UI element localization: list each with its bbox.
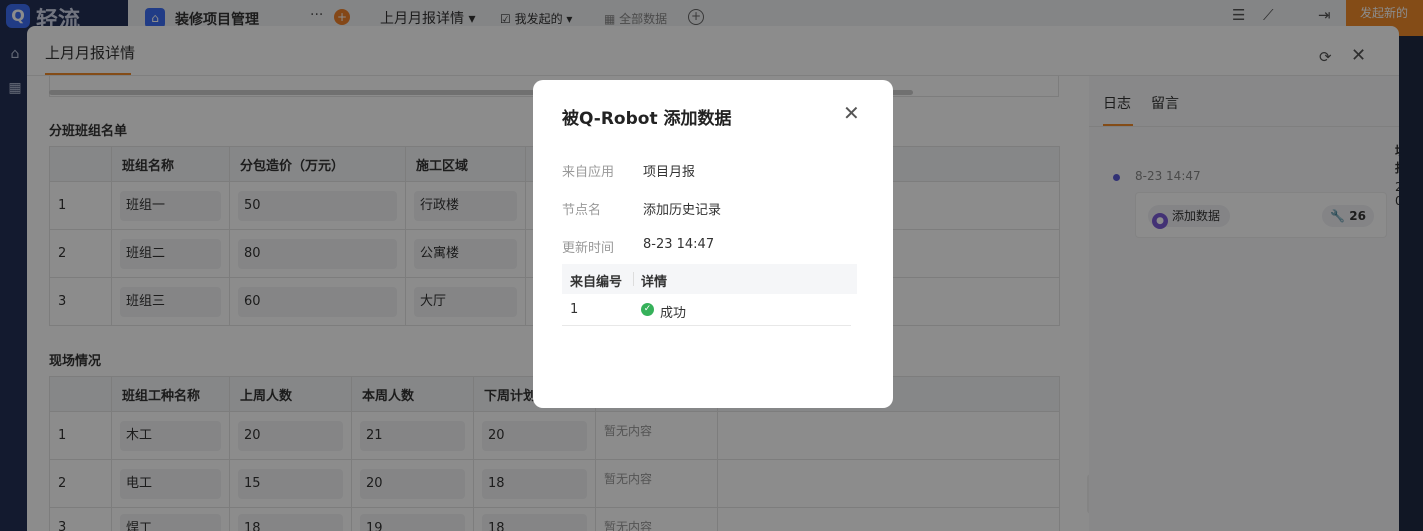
source-no-cell: 1 — [570, 302, 579, 317]
source-app-label: 来自应用 — [562, 165, 615, 180]
modal-title: 被Q-Robot 添加数据 — [562, 109, 732, 129]
update-time-value: 8-23 14:47 — [643, 237, 715, 252]
close-icon[interactable]: ✕ — [843, 101, 860, 125]
result-table-header: 来自编号 详情 — [562, 264, 857, 294]
header-separator — [633, 272, 634, 286]
col-source-no: 来自编号 — [570, 275, 623, 290]
status-cell: 成功 — [660, 306, 687, 321]
node-label: 节点名 — [562, 203, 602, 218]
source-app-value: 项目月报 — [643, 165, 696, 180]
col-detail: 详情 — [641, 275, 668, 290]
robot-log-modal: 被Q-Robot 添加数据 ✕ 来自应用 项目月报 节点名 添加历史记录 更新时… — [533, 80, 893, 408]
table-row: 1 ✓ 成功 — [562, 294, 851, 326]
result-table: 来自编号 详情 1 ✓ 成功 — [562, 264, 857, 326]
node-value: 添加历史记录 — [643, 203, 722, 218]
success-icon: ✓ — [641, 303, 654, 316]
update-time-label: 更新时间 — [562, 241, 615, 256]
